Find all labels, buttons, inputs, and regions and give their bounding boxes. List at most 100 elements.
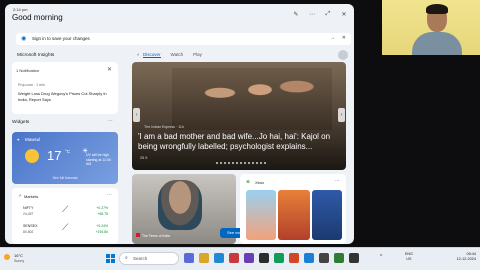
search-placeholder: Search: [133, 256, 148, 261]
pinned-apps: [184, 253, 359, 263]
news-reactions[interactable]: 25 9: [140, 156, 147, 160]
search-icon: ⌕: [125, 255, 128, 261]
game-tile[interactable]: [246, 190, 276, 240]
expand-icon[interactable]: ⤢: [324, 11, 332, 18]
xbox-icon: ⊗: [246, 179, 250, 184]
app-icon[interactable]: [184, 253, 194, 263]
market-change: +0.27%: [96, 206, 108, 210]
close-icon[interactable]: ✕: [107, 66, 112, 73]
taskbar-clock[interactable]: 08:44 12-12-2024: [446, 252, 476, 262]
folder-icon[interactable]: [199, 253, 209, 263]
lang-code: ENG: [405, 252, 413, 256]
market-name: SENSEX: [23, 224, 38, 228]
market-change: +0.24%: [96, 224, 108, 228]
notification-title[interactable]: Weight Loss Drug Wegovy's Prices Cut Sha…: [18, 91, 114, 102]
notification-card[interactable]: 1 Notification ✕ Prop.com · 1 min Weight…: [12, 62, 118, 114]
tab-play[interactable]: Play: [193, 52, 202, 58]
chevron-up-icon[interactable]: ^: [380, 254, 382, 260]
location-pin-icon: ⌖: [17, 137, 20, 142]
weather-temp: 17: [47, 148, 62, 163]
section-widgets: Widgets: [12, 120, 30, 125]
edge-icon: ◐: [137, 52, 141, 58]
greeting-title: Good morning: [12, 13, 63, 22]
market-value: 24,457: [23, 212, 34, 216]
tab-watch[interactable]: Watch: [171, 52, 184, 58]
more-icon[interactable]: ⋯: [108, 118, 113, 124]
avatar[interactable]: [338, 50, 348, 60]
sun-icon: [4, 254, 10, 260]
xbox-heading: Xbox: [255, 180, 265, 185]
tab-discover[interactable]: Discover: [143, 52, 161, 58]
taskbar-search[interactable]: ⌕ Search: [119, 252, 179, 265]
markets-widget[interactable]: ↗ Markets ⋯ NIFTY 24,457 ⟋ +0.27% +65.75…: [12, 188, 118, 244]
news-source: The Times of India: [142, 234, 170, 238]
chevron-left-icon[interactable]: ‹: [133, 108, 140, 122]
section-insights: Microsoft Insights: [17, 53, 55, 58]
widgets-header: 2:14 pm Good morning ✎ ⋯ ⤢ ✕: [5, 4, 354, 26]
weather-uv: UV will be high starting at 11:00 AM: [86, 153, 111, 166]
user-icon: ◉: [21, 36, 27, 42]
publisher-icon: [136, 233, 140, 237]
carousel-pager[interactable]: [216, 162, 268, 164]
forecast-link[interactable]: See full forecast: [12, 176, 118, 180]
app-icon[interactable]: [334, 253, 344, 263]
market-value: 80,802: [23, 230, 34, 234]
notification-heading: 1 Notification: [16, 68, 40, 73]
feed-tabs: Discover Watch Play: [143, 52, 202, 58]
windows-start-icon[interactable]: [106, 254, 115, 263]
weather-widget[interactable]: ⌖ Mawsul 17 °C ☀ UV will be high startin…: [12, 132, 118, 184]
language-indicator[interactable]: ENG US: [405, 252, 413, 261]
system-tray: ^: [380, 254, 382, 260]
game-tile[interactable]: [312, 190, 342, 240]
game-tile[interactable]: [278, 190, 310, 240]
clock-date: 12-12-2024: [456, 257, 476, 261]
sparkline-icon: ⟋: [62, 222, 69, 232]
panel-actions: ✎ ⋯ ⤢ ✕: [292, 11, 348, 18]
panel-clock: 2:14 pm: [13, 7, 28, 12]
more-icon[interactable]: ⋯: [335, 178, 340, 184]
market-change-points: +194.80: [95, 230, 108, 234]
news-photo: [172, 68, 332, 130]
app-icon[interactable]: [349, 253, 359, 263]
market-row[interactable]: NIFTY 24,457 ⟋ +0.27% +65.75: [18, 204, 112, 220]
taskbar: 16°C Sunny ⌕ Search ^ ENG US 08:44 12-12…: [0, 247, 480, 270]
hero-news-card[interactable]: ‹ › The Indian Express · 11h 'I am a bad…: [132, 62, 346, 170]
weather-unit: °C: [65, 149, 71, 154]
market-row[interactable]: SENSEX 80,802 ⟋ +0.24% +194.80: [18, 222, 112, 238]
chevron-right-icon[interactable]: ›: [338, 108, 345, 122]
signin-banner[interactable]: ◉ Sign in to save your changes → ✕: [16, 33, 351, 45]
webcam-person-body: [412, 32, 462, 55]
taskbar-weather-desc: Sunny: [14, 259, 25, 263]
market-name: NIFTY: [23, 206, 34, 210]
sun-icon: [25, 149, 39, 163]
weather-city: Mawsul: [25, 137, 41, 142]
news-source: The Indian Express · 11h: [144, 125, 184, 129]
app-icon[interactable]: [304, 253, 314, 263]
close-icon[interactable]: ✕: [340, 11, 348, 18]
app-icon[interactable]: [319, 253, 329, 263]
webcam-overlay: [382, 0, 480, 55]
app-icon[interactable]: [274, 253, 284, 263]
app-icon[interactable]: [244, 253, 254, 263]
market-change-points: +65.75: [97, 212, 108, 216]
more-icon[interactable]: ⋯: [308, 11, 316, 18]
app-icon[interactable]: [289, 253, 299, 263]
lang-region: US: [406, 256, 412, 261]
desktop: 2:14 pm Good morning ✎ ⋯ ⤢ ✕ ◉ Sign in t…: [0, 0, 480, 270]
sparkline-icon: ⟋: [62, 204, 69, 214]
signin-text: Sign in to save your changes: [32, 36, 90, 41]
trend-icon: ↗: [18, 193, 22, 198]
arrow-right-icon[interactable]: →: [330, 35, 335, 41]
close-icon[interactable]: ✕: [342, 35, 346, 41]
app-icon[interactable]: [259, 253, 269, 263]
markets-heading: Markets: [24, 194, 39, 199]
taskbar-temp: 16°C: [14, 253, 23, 258]
news-photo: [158, 180, 202, 230]
app-icon[interactable]: [229, 253, 239, 263]
xbox-widget[interactable]: ⊗ Xbox ⋯: [240, 174, 346, 244]
edge-icon[interactable]: [214, 253, 224, 263]
news-title[interactable]: 'I am a bad mother and bad wife...Jo hai…: [138, 132, 342, 152]
more-icon[interactable]: ⋯: [107, 192, 112, 198]
notification-source: Prop.com · 1 min: [18, 83, 45, 87]
edit-icon[interactable]: ✎: [292, 11, 300, 18]
